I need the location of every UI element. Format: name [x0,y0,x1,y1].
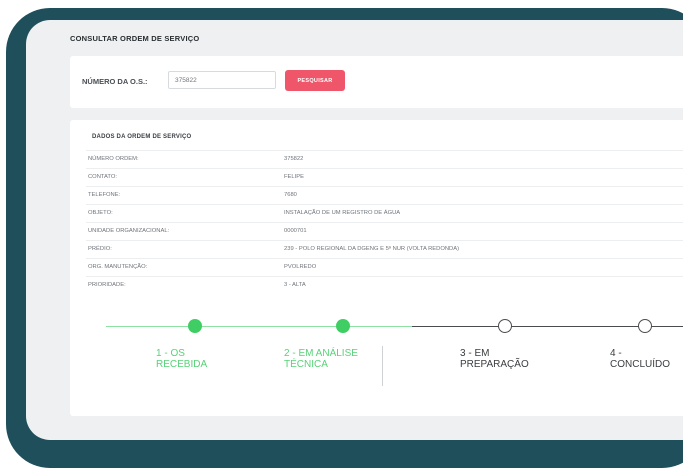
detail-row-unidade: UNIDADE ORGANIZACIONAL: 0000701 [86,222,683,241]
search-button[interactable]: PESQUISAR [285,70,345,91]
os-number-label: NÚMERO DA O.S.: [82,77,148,86]
page-title: CONSULTAR ORDEM DE SERVIÇO [70,34,200,43]
detail-row-objeto: OBJETO: INSTALAÇÃO DE UM REGISTRO DE ÁGU… [86,204,683,223]
detail-value: 7680 [284,192,297,198]
section-title: DADOS DA ORDEM DE SERVIÇO [92,134,192,140]
step-2-label: 2 - EM ANÁLISE TÉCNICA [284,348,358,370]
step-1-label: 1 - OS RECEBIDA [156,348,208,370]
step-3-pending-icon [498,319,512,333]
app-screen: CONSULTAR ORDEM DE SERVIÇO NÚMERO DA O.S… [26,20,683,440]
detail-value: FELIPE [284,174,304,180]
detail-key: NÚMERO ORDEM: [88,156,139,162]
detail-value: 0000701 [284,228,307,234]
detail-row-predio: PRÉDIO: 239 - POLO REGIONAL DA DGENG E 5… [86,240,683,259]
detail-key: ORG. MANUTENÇÃO: [88,264,148,270]
os-number-input[interactable] [168,71,276,89]
step-1-done-icon [188,319,202,333]
detail-key: UNIDADE ORGANIZACIONAL: [88,228,170,234]
detail-row-contato: CONTATO: FELIPE [86,168,683,187]
order-details-card: DADOS DA ORDEM DE SERVIÇO NÚMERO ORDEM: … [70,120,683,416]
detail-value: 239 - POLO REGIONAL DA DGENG E 5ª NUR (V… [284,246,460,252]
detail-key: PRIORIDADE: [88,282,126,288]
detail-value: PVOLREDO [284,264,317,270]
search-card: NÚMERO DA O.S.: PESQUISAR [70,56,683,108]
detail-key: TELEFONE: [88,192,121,198]
detail-row-org-manutencao: ORG. MANUTENÇÃO: PVOLREDO [86,258,683,277]
detail-row-numero: NÚMERO ORDEM: 375822 [86,150,683,169]
detail-key: PRÉDIO: [88,246,112,252]
step-4-pending-icon [638,319,652,333]
detail-key: CONTATO: [88,174,117,180]
timeline-line-done [106,326,412,327]
step-2-done-icon [336,319,350,333]
detail-row-telefone: TELEFONE: 7680 [86,186,683,205]
detail-value: INSTALAÇÃO DE UM REGISTRO DE ÁGUA [284,210,401,216]
detail-row-prioridade: PRIORIDADE: 3 - ALTA [86,276,683,295]
step-4-label: 4 - CONCLUÍDO [610,348,671,370]
step-3-label: 3 - EM PREPARAÇÃO [460,348,529,370]
detail-value: 3 - ALTA [284,282,306,288]
timeline-divider [382,346,383,386]
detail-key: OBJETO: [88,210,113,216]
detail-value: 375822 [284,156,304,162]
